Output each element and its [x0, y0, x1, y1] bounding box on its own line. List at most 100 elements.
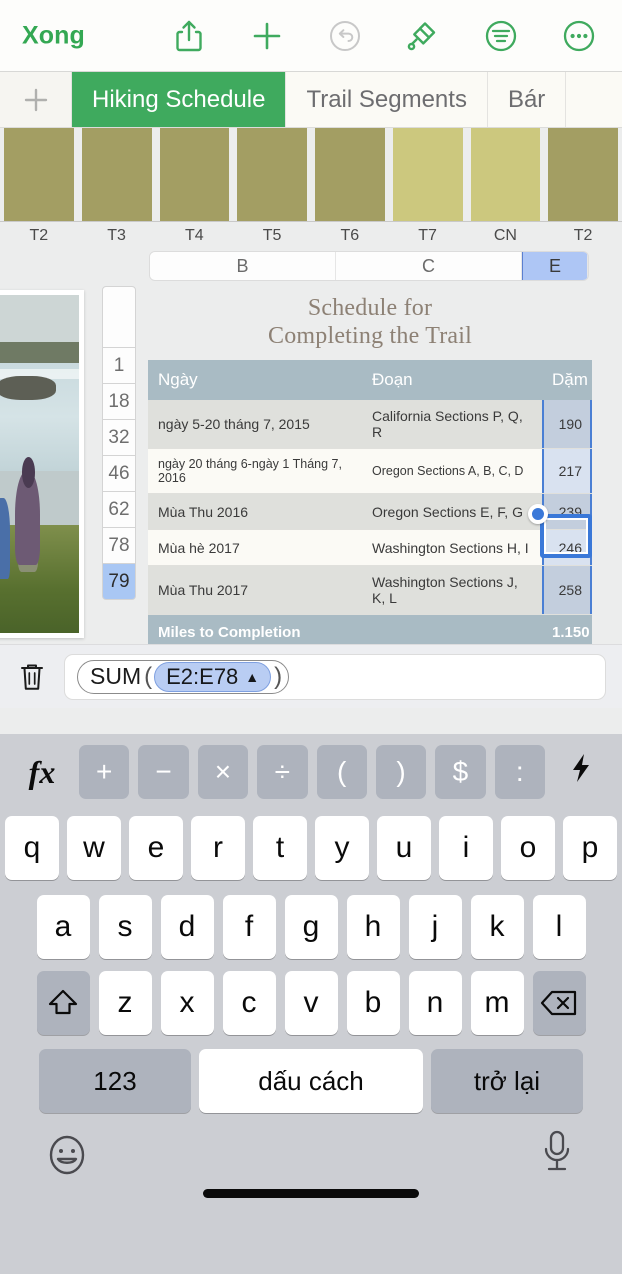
cell-section[interactable]: Washington Sections H, I	[362, 529, 542, 566]
microphone-icon[interactable]	[540, 1128, 574, 1181]
cell-section[interactable]: California Sections P, Q, R	[362, 400, 542, 449]
row-number-78[interactable]: 78	[102, 528, 136, 564]
formula-function-token[interactable]: SUM ( E2:E78 ▲ )	[77, 659, 290, 694]
key-e[interactable]: e	[129, 816, 183, 880]
return-key[interactable]: trở lại	[431, 1049, 583, 1113]
key-p[interactable]: p	[563, 816, 617, 880]
selection-drag-handle[interactable]	[528, 504, 548, 524]
table-total-row[interactable]: Miles to Completion 1.150	[148, 614, 592, 644]
table-row[interactable]: Mùa hè 2017 Washington Sections H, I 246	[148, 529, 592, 566]
key-q[interactable]: q	[5, 816, 59, 880]
row-number-62[interactable]: 62	[102, 492, 136, 528]
key-k[interactable]: k	[470, 895, 524, 959]
key-g[interactable]: g	[284, 895, 338, 959]
trash-icon[interactable]	[0, 661, 64, 693]
table-row[interactable]: Mùa Thu 2017 Washington Sections J, K, L…	[148, 565, 592, 615]
cell-miles[interactable]: 190	[542, 400, 592, 449]
key-m[interactable]: m	[470, 971, 524, 1035]
organize-icon[interactable]	[462, 0, 540, 72]
cell-miles[interactable]: 217	[542, 448, 592, 494]
cell-date[interactable]: ngày 20 tháng 6-ngày 1 Tháng 7, 2016	[148, 448, 362, 494]
cell-section[interactable]: Oregon Sections E, F, G	[362, 493, 542, 530]
sheet-tab-trail-segments[interactable]: Trail Segments	[286, 72, 488, 127]
key-f[interactable]: f	[222, 895, 276, 959]
formula-range-arrow-icon[interactable]: ▲	[245, 669, 259, 685]
row-number-32[interactable]: 32	[102, 420, 136, 456]
backspace-key[interactable]	[532, 971, 586, 1035]
key-open-paren[interactable]: (	[316, 745, 367, 799]
key-n[interactable]: n	[408, 971, 462, 1035]
key-l[interactable]: l	[532, 895, 586, 959]
more-icon[interactable]	[540, 0, 618, 72]
add-sheet-button[interactable]	[0, 72, 72, 127]
cell-section[interactable]: Oregon Sections A, B, C, D	[362, 448, 542, 494]
key-plus[interactable]: +	[79, 745, 130, 799]
home-indicator[interactable]	[203, 1189, 419, 1198]
key-y[interactable]: y	[315, 816, 369, 880]
key-x[interactable]: x	[160, 971, 214, 1035]
table-header-dam[interactable]: Dặm	[542, 360, 592, 400]
key-divide[interactable]: ÷	[257, 745, 308, 799]
key-colon[interactable]: :	[494, 745, 545, 799]
bolt-icon[interactable]	[554, 753, 608, 791]
sheet-tab-hiking-schedule[interactable]: Hiking Schedule	[72, 72, 287, 127]
emoji-icon[interactable]	[44, 1132, 90, 1183]
row-number-blank[interactable]	[102, 286, 136, 348]
key-multiply[interactable]: ×	[197, 745, 249, 799]
key-b[interactable]: b	[346, 971, 400, 1035]
key-z[interactable]: z	[98, 971, 152, 1035]
key-r[interactable]: r	[191, 816, 245, 880]
formula-range-token[interactable]: E2:E78 ▲	[154, 661, 272, 692]
key-a[interactable]: a	[36, 895, 90, 959]
bar-chart[interactable]: T2 T3 T4 T5 T6 T7 CN T2	[0, 128, 622, 250]
table-row[interactable]: ngày 5-20 tháng 7, 2015 California Secti…	[148, 400, 592, 449]
table-row[interactable]: Mùa Thu 2016 Oregon Sections E, F, G 239	[148, 493, 592, 530]
space-key[interactable]: dấu cách	[199, 1049, 423, 1113]
cell-section[interactable]: Washington Sections J, K, L	[362, 565, 542, 615]
column-header-e[interactable]: E	[522, 252, 588, 280]
insert-icon[interactable]	[228, 0, 306, 72]
key-u[interactable]: u	[377, 816, 431, 880]
cell-date[interactable]: Mùa hè 2017	[148, 529, 362, 566]
key-close-paren[interactable]: )	[375, 745, 427, 799]
cell-date[interactable]: ngày 5-20 tháng 7, 2015	[148, 400, 362, 449]
table-header-doan[interactable]: Đoạn	[362, 360, 542, 400]
key-s[interactable]: s	[98, 895, 152, 959]
sheet-tab-bar[interactable]: Bár	[487, 72, 567, 127]
shift-key[interactable]	[36, 971, 90, 1035]
numbers-key[interactable]: 123	[39, 1049, 191, 1113]
key-w[interactable]: w	[67, 816, 121, 880]
cell-miles[interactable]: 258	[542, 565, 592, 615]
key-c[interactable]: c	[222, 971, 276, 1035]
column-header-c[interactable]: C	[336, 252, 522, 280]
functions-icon[interactable]: fx	[14, 754, 70, 791]
key-d[interactable]: d	[160, 895, 214, 959]
undo-icon[interactable]	[306, 0, 384, 72]
schedule-table[interactable]: Ngày Đoạn Dặm ngày 5-20 tháng 7, 2015 Ca…	[148, 360, 592, 644]
key-i[interactable]: i	[439, 816, 493, 880]
share-icon[interactable]	[150, 0, 228, 72]
cell-date[interactable]: Mùa Thu 2016	[148, 493, 362, 530]
key-t[interactable]: t	[253, 816, 307, 880]
key-v[interactable]: v	[284, 971, 338, 1035]
row-number-46[interactable]: 46	[102, 456, 136, 492]
column-header-b[interactable]: B	[150, 252, 336, 280]
photo-object[interactable]	[0, 290, 84, 638]
key-o[interactable]: o	[501, 816, 555, 880]
row-number-1[interactable]: 1	[102, 348, 136, 384]
key-dollar[interactable]: $	[435, 745, 486, 799]
selected-cell-outline[interactable]	[540, 514, 592, 558]
cell-total-value[interactable]: 1.150	[542, 614, 592, 644]
row-number-79[interactable]: 79	[102, 564, 136, 600]
format-brush-icon[interactable]	[384, 0, 462, 72]
cell-date[interactable]: Mùa Thu 2017	[148, 565, 362, 615]
key-minus[interactable]: −	[138, 745, 189, 799]
spreadsheet-canvas[interactable]: 1 18 32 46 62 78 79 Schedule for Complet…	[0, 282, 622, 644]
done-button[interactable]: Xong	[22, 21, 85, 50]
table-row[interactable]: ngày 20 tháng 6-ngày 1 Tháng 7, 2016 Ore…	[148, 448, 592, 494]
formula-input[interactable]: SUM ( E2:E78 ▲ )	[64, 653, 606, 700]
table-header-ngay[interactable]: Ngày	[148, 360, 362, 400]
cell-total-label[interactable]: Miles to Completion	[148, 614, 542, 644]
key-j[interactable]: j	[408, 895, 462, 959]
row-number-18[interactable]: 18	[102, 384, 136, 420]
